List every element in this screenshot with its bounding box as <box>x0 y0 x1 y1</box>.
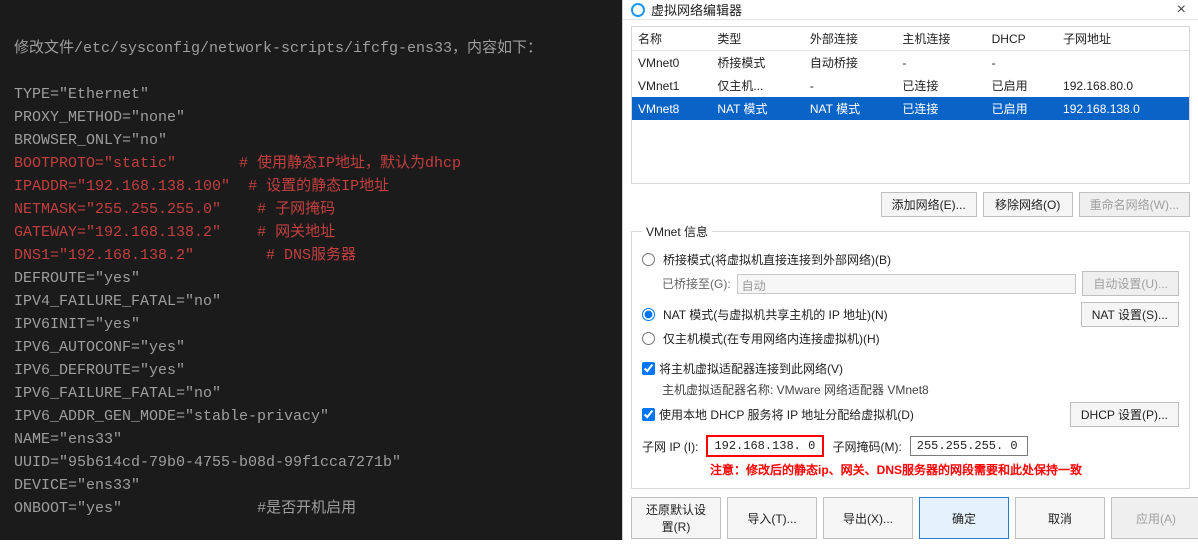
cfg-line: GATEWAY="192.168.138.2" <box>14 224 221 241</box>
export-button[interactable]: 导出(X)... <box>823 497 913 539</box>
cfg-comment: #是否开机启用 <box>257 500 356 517</box>
cfg-line: BOOTPROTO="static" <box>14 155 176 172</box>
bridge-to-combo[interactable]: 自动 <box>737 274 1077 294</box>
auto-settings-button: 自动设置(U)... <box>1082 271 1179 296</box>
cfg-line: IPV6_ADDR_GEN_MODE="stable-privacy" <box>14 408 329 425</box>
host-adapter-checkbox[interactable] <box>642 362 655 375</box>
cfg-line: NAME="ens33" <box>14 431 122 448</box>
subnet-ip-field[interactable]: 192.168.138. 0 <box>706 435 824 457</box>
hostonly-mode-radio[interactable] <box>642 332 655 345</box>
terminal-pane: 修改文件/etc/sysconfig/network-scripts/ifcfg… <box>0 0 622 540</box>
col-hostconn[interactable]: 主机连接 <box>896 27 985 51</box>
vmnet-info-group: VMnet 信息 桥接模式(将虚拟机直接连接到外部网络)(B) 已桥接至(G):… <box>631 223 1190 489</box>
remove-network-button[interactable]: 移除网络(O) <box>983 192 1073 217</box>
col-external[interactable]: 外部连接 <box>804 27 897 51</box>
cfg-line: DEVICE="ens33" <box>14 477 140 494</box>
dialog-title: 虚拟网络编辑器 <box>651 0 742 19</box>
col-name[interactable]: 名称 <box>632 27 711 51</box>
intro-line: 修改文件/etc/sysconfig/network-scripts/ifcfg… <box>14 40 542 57</box>
nat-settings-button[interactable]: NAT 设置(S)... <box>1081 302 1179 327</box>
ok-button[interactable]: 确定 <box>919 497 1009 539</box>
nat-mode-radio[interactable] <box>642 308 655 321</box>
dhcp-settings-button[interactable]: DHCP 设置(P)... <box>1070 402 1179 427</box>
import-button[interactable]: 导入(T)... <box>727 497 817 539</box>
cfg-comment: # 子网掩码 <box>257 201 335 218</box>
dhcp-label: 使用本地 DHCP 服务将 IP 地址分配给虚拟机(D) <box>659 406 914 423</box>
cfg-comment: # 网关地址 <box>257 224 335 241</box>
table-row[interactable]: VMnet1 仅主机... - 已连接 已启用 192.168.80.0 <box>632 74 1189 97</box>
subnet-mask-label: 子网掩码(M): <box>832 438 901 455</box>
col-subnet[interactable]: 子网地址 <box>1057 27 1189 51</box>
cfg-line: BROWSER_ONLY="no" <box>14 132 167 149</box>
warning-note: 注意：修改后的静态ip、网关、DNS服务器的网段需要和此处保持一致 <box>710 461 1179 478</box>
table-row-selected[interactable]: VMnet8 NAT 模式 NAT 模式 已连接 已启用 192.168.138… <box>632 97 1189 120</box>
cfg-comment: # DNS服务器 <box>266 247 356 264</box>
col-type[interactable]: 类型 <box>711 27 804 51</box>
apply-button: 应用(A) <box>1111 497 1198 539</box>
vmnet-info-legend: VMnet 信息 <box>642 223 712 240</box>
table-header-row: 名称 类型 外部连接 主机连接 DHCP 子网地址 <box>632 27 1189 51</box>
cfg-line: UUID="95b614cd-79b0-4755-b08d-99f1cca727… <box>14 454 401 471</box>
table-row[interactable]: VMnet0 桥接模式 自动桥接 - - <box>632 51 1189 75</box>
globe-icon <box>631 3 645 17</box>
bridge-mode-label: 桥接模式(将虚拟机直接连接到外部网络)(B) <box>663 251 891 268</box>
cfg-line: DEFROUTE="yes" <box>14 270 140 287</box>
add-network-button[interactable]: 添加网络(E)... <box>881 192 977 217</box>
cfg-line: NETMASK="255.255.255.0" <box>14 201 221 218</box>
cfg-line: IPV6_AUTOCONF="yes" <box>14 339 185 356</box>
network-table[interactable]: 名称 类型 外部连接 主机连接 DHCP 子网地址 VMnet0 桥接模式 自动… <box>631 26 1190 184</box>
cfg-line: IPV6INIT="yes" <box>14 316 140 333</box>
nat-mode-label: NAT 模式(与虚拟机共享主机的 IP 地址)(N) <box>663 306 888 323</box>
cfg-line: DNS1="192.168.138.2" <box>14 247 194 264</box>
cfg-comment: # 使用静态IP地址，默认为dhcp <box>239 155 461 172</box>
cfg-line: IPV6_FAILURE_FATAL="no" <box>14 385 221 402</box>
subnet-ip-label: 子网 IP (I): <box>642 438 698 455</box>
cfg-line: TYPE="Ethernet" <box>14 86 149 103</box>
cfg-line: ONBOOT="yes" <box>14 500 122 517</box>
host-adapter-name: 主机虚拟适配器名称: VMware 网络适配器 VMnet8 <box>662 381 1179 398</box>
host-adapter-label: 将主机虚拟适配器连接到此网络(V) <box>659 360 843 377</box>
col-dhcp[interactable]: DHCP <box>986 27 1057 51</box>
bridge-to-label: 已桥接至(G): <box>662 275 731 292</box>
cfg-line: IPADDR="192.168.138.100" <box>14 178 230 195</box>
restore-defaults-button[interactable]: 还原默认设置(R) <box>631 497 721 539</box>
rename-network-button: 重命名网络(W)... <box>1079 192 1190 217</box>
hostonly-mode-label: 仅主机模式(在专用网络内连接虚拟机)(H) <box>663 330 880 347</box>
close-icon[interactable]: × <box>1173 1 1190 19</box>
dialog-titlebar[interactable]: 虚拟网络编辑器 × <box>623 0 1198 20</box>
subnet-mask-field[interactable]: 255.255.255. 0 <box>910 436 1028 456</box>
cfg-line: PROXY_METHOD="none" <box>14 109 185 126</box>
cfg-line: IPV6_DEFROUTE="yes" <box>14 362 185 379</box>
cfg-comment: # 设置的静态IP地址 <box>248 178 389 195</box>
dhcp-checkbox[interactable] <box>642 408 655 421</box>
bridge-mode-radio[interactable] <box>642 253 655 266</box>
cfg-line: IPV4_FAILURE_FATAL="no" <box>14 293 221 310</box>
virtual-network-editor-dialog: 虚拟网络编辑器 × 名称 类型 外部连接 主机连接 DHCP 子网地址 <box>622 0 1198 540</box>
cancel-button[interactable]: 取消 <box>1015 497 1105 539</box>
